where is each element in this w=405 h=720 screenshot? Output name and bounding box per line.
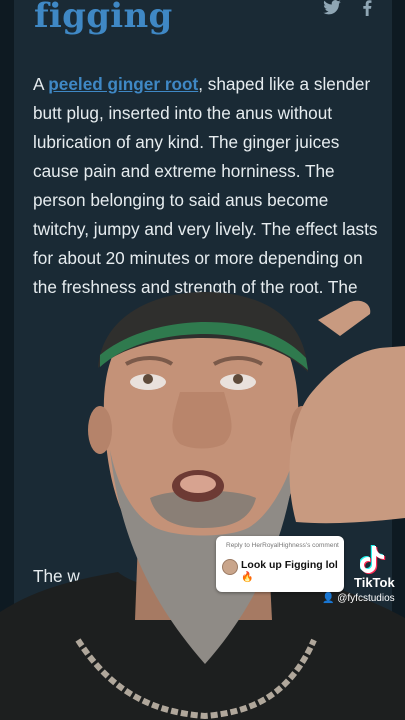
- tiktok-logo-icon: [360, 545, 386, 574]
- fire-icon: 🔥: [241, 572, 254, 583]
- user-icon: 👤: [322, 593, 335, 604]
- comment-reply-bubble: Reply to HerRoyalHighness's comment Look…: [216, 536, 344, 592]
- tiktok-username-text: @fyfcstudios: [337, 593, 395, 604]
- person-overlay: [0, 292, 405, 720]
- avatar: [222, 559, 238, 575]
- tiktok-wordmark: TikTok: [354, 575, 395, 590]
- reply-to-label: Reply to HerRoyalHighness's comment: [226, 542, 339, 549]
- tiktok-username: 👤 @fyfcstudios: [322, 593, 395, 604]
- comment-text: Look up Figging lol: [241, 559, 338, 571]
